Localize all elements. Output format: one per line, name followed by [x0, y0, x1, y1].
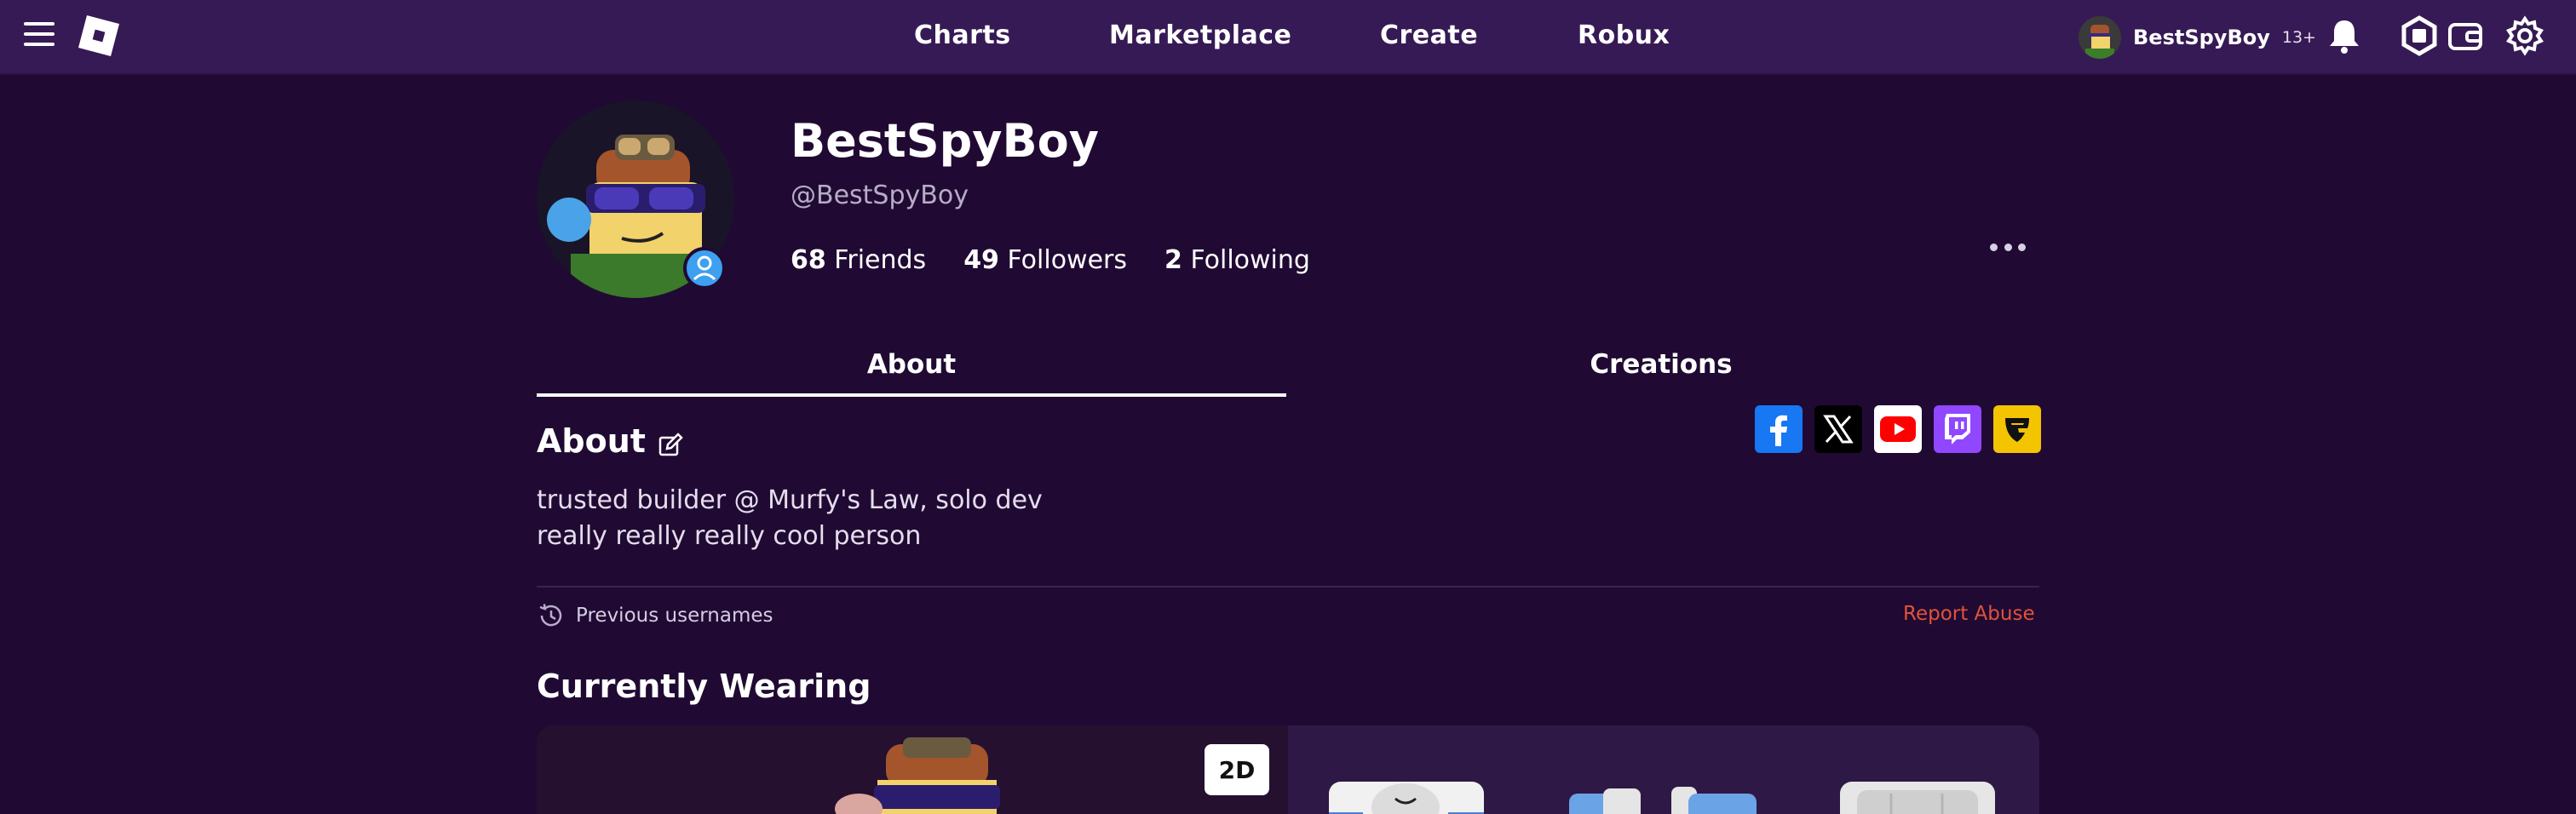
nav-charts[interactable]: Charts	[914, 20, 1011, 50]
nav-create[interactable]: Create	[1380, 20, 1478, 50]
wearing-item-4[interactable]	[1840, 782, 1995, 814]
bio-line-2: really really really cool person	[537, 521, 922, 551]
following-number: 2	[1164, 245, 1182, 275]
online-status-icon	[683, 247, 726, 289]
age-badge: 13+	[2281, 28, 2316, 47]
about-heading: About	[537, 422, 683, 460]
section-divider	[537, 586, 2039, 588]
bio-line-1: trusted builder @ Murfy's Law, solo dev	[537, 485, 1043, 515]
roblox-logo[interactable]	[77, 14, 121, 58]
profile-display-name: BestSpyBoy	[791, 114, 1099, 168]
following-count[interactable]: 2 Following	[1164, 245, 1310, 275]
bell-icon[interactable]	[2324, 15, 2365, 56]
followers-count[interactable]: 49 Followers	[963, 245, 1127, 275]
user-name: BestSpyBoy	[2133, 26, 2270, 49]
friends-label: Friends	[834, 245, 927, 275]
youtube-icon[interactable]	[1874, 405, 1922, 453]
currently-wearing-heading: Currently Wearing	[537, 668, 871, 705]
following-label: Following	[1190, 245, 1310, 275]
avatar-preview	[537, 725, 1288, 814]
x-icon[interactable]	[1814, 405, 1862, 453]
top-navigation-bar: Charts Marketplace Create Robux BestSpyB…	[0, 0, 2576, 75]
report-abuse-link[interactable]: Report Abuse	[1903, 603, 2035, 625]
user-avatar	[2079, 16, 2121, 59]
about-title-text: About	[537, 422, 646, 460]
menu-icon[interactable]	[24, 22, 55, 49]
2d-toggle-button[interactable]: 2D	[1205, 744, 1269, 795]
profile-stats: 68 Friends 49 Followers 2 Following	[791, 245, 1348, 275]
previous-usernames-label: Previous usernames	[576, 605, 773, 627]
guilded-icon[interactable]	[1993, 405, 2041, 453]
profile-handle: @BestSpyBoy	[791, 181, 969, 210]
followers-number: 49	[963, 245, 999, 275]
friends-count[interactable]: 68 Friends	[791, 245, 926, 275]
nav-robux[interactable]: Robux	[1578, 20, 1670, 50]
user-profile-chip[interactable]: BestSpyBoy 13+	[2079, 14, 2316, 61]
robux-icon[interactable]	[2399, 15, 2440, 56]
friends-number: 68	[791, 245, 826, 275]
facebook-icon[interactable]	[1755, 405, 1803, 453]
more-options-icon[interactable]	[1990, 238, 2026, 255]
social-links	[1755, 405, 2053, 453]
tab-about[interactable]: About	[537, 349, 1286, 397]
tab-creations[interactable]: Creations	[1286, 349, 2036, 397]
followers-label: Followers	[1007, 245, 1128, 275]
wearing-item-1[interactable]	[1329, 782, 1484, 814]
gear-icon[interactable]	[2504, 15, 2545, 56]
profile-avatar[interactable]	[537, 100, 734, 298]
previous-usernames-button[interactable]: Previous usernames	[537, 601, 773, 630]
history-icon	[537, 601, 566, 630]
wallet-icon[interactable]	[2445, 15, 2486, 56]
edit-icon[interactable]	[658, 428, 683, 456]
twitch-icon[interactable]	[1934, 405, 1981, 453]
nav-marketplace[interactable]: Marketplace	[1109, 20, 1291, 50]
wearing-item-3[interactable]	[1671, 782, 1833, 814]
currently-wearing-panel: 2D	[537, 725, 2039, 814]
wearing-item-2[interactable]	[1501, 782, 1663, 814]
